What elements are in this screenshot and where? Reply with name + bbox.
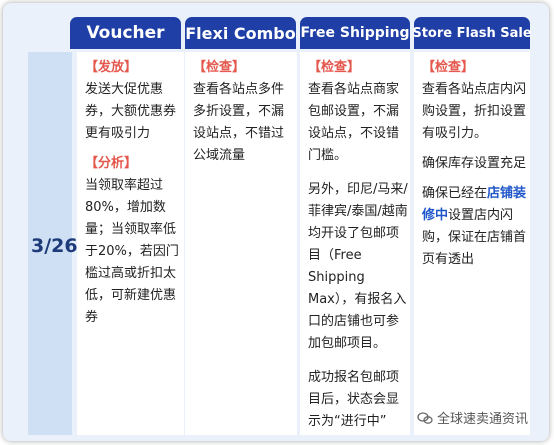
header-store-flash-sale: Store Flash Sale xyxy=(412,17,532,49)
free-shipping-check-text: 查看各站点商家包邮设置，不漏设站点，不设错门槛。 xyxy=(308,82,400,163)
flash-sale-stock-text: 确保库存设置充足 xyxy=(422,156,527,171)
watermark: 全球速卖通资讯 xyxy=(417,408,528,427)
free-shipping-tag-check: 【检查】 xyxy=(308,60,361,75)
voucher-column: 【发放】 发送大促优惠券，大额优惠券更有吸引力 【分析】 当领取率超过80%，增… xyxy=(77,52,184,435)
chat-bubble-icon xyxy=(417,411,433,424)
flash-sale-check-text: 查看各站点店内闪购设置，折扣设置有吸引力。 xyxy=(422,82,527,141)
voucher-tag-issue: 【发放】 xyxy=(85,60,138,75)
voucher-tag-analysis: 【分析】 xyxy=(85,156,138,171)
flexi-combo-check-text: 查看各站点多件多折设置，不漏设站点，不错过公域流量 xyxy=(193,82,285,163)
flash-sale-storefront-text: 确保已经在店铺装修中设置店内闪购，保证在店铺首页有透出 xyxy=(422,183,528,271)
header-flexi-combo: Flexi Combo xyxy=(185,17,296,49)
date-label: 3/26 xyxy=(31,235,78,257)
header-free-shipping: Free Shipping xyxy=(300,17,410,49)
free-shipping-status-text: 成功报名包邮项目后，状态会显示为“进行中” xyxy=(308,370,400,429)
header-voucher: Voucher xyxy=(70,17,181,49)
flexi-combo-column: 【检查】 查看各站点多件多折设置，不漏设站点，不错过公域流量 xyxy=(185,52,297,435)
voucher-issue-text: 发送大促优惠券，大额优惠券更有吸引力 xyxy=(85,82,177,141)
flexi-combo-tag-check: 【检查】 xyxy=(193,60,246,75)
flash-sale-tag-check: 【检查】 xyxy=(422,60,475,75)
store-flash-sale-column: 【检查】 查看各站点店内闪购设置，折扣设置有吸引力。 确保库存设置充足 确保已经… xyxy=(414,52,530,435)
watermark-text: 全球速卖通资讯 xyxy=(437,412,529,427)
free-shipping-column: 【检查】 查看各站点商家包邮设置，不漏设站点，不设错门槛。 另外，印尼/马来/菲… xyxy=(300,52,410,435)
free-shipping-max-text: 另外，印尼/马来/菲律宾/泰国/越南均开设了包邮项目（Free Shipping… xyxy=(308,182,408,351)
voucher-analysis-text: 当领取率超过80%，增加数量；当领取率低于20%，若因门槛过高或折扣太低，可新建… xyxy=(85,178,179,325)
flash-sale-storefront-pre: 确保已经在 xyxy=(422,186,488,201)
